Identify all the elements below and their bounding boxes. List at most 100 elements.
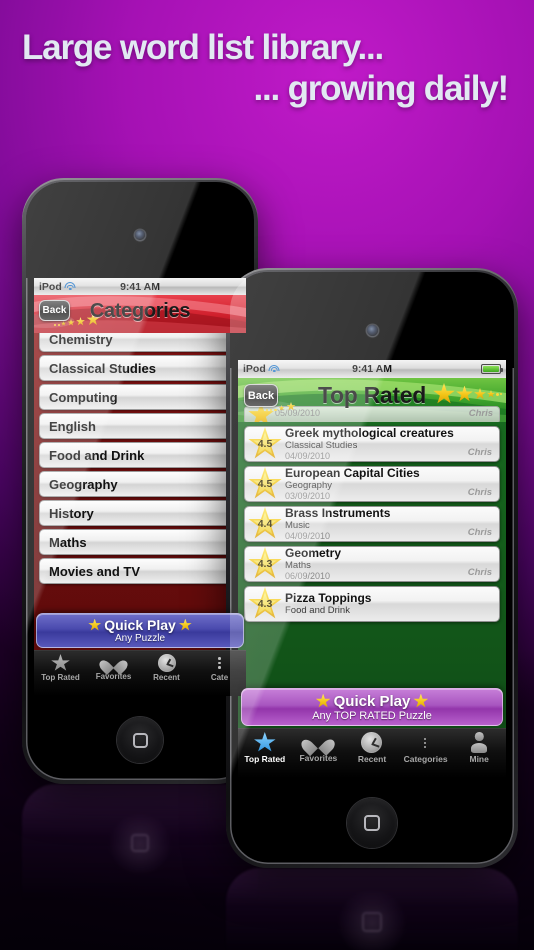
star-icon [413,693,429,708]
rating-value: 4.3 [257,558,273,570]
tab-categories[interactable]: Categories [399,729,453,764]
header-rating-stars [433,383,502,405]
star-icon [178,618,192,631]
item-author: Chris [467,487,492,498]
quick-play-button[interactable]: Quick Play Any Puzzle [36,613,244,648]
category-label: Food and Drink [49,447,145,463]
list-item[interactable]: English [39,413,241,439]
quick-play-title-row: Quick Play [315,692,429,710]
back-button[interactable]: Back [244,384,278,407]
list-item[interactable]: 4.3 Geometry Maths 06/09/2010 Chris [244,546,500,582]
rating-badge: 4.5 [248,427,282,461]
person-icon [469,732,489,753]
list-item[interactable]: 4.5 European Capital Cities Geography 03… [244,466,500,502]
category-label: History [49,505,94,521]
star-icon [474,388,486,400]
home-square-icon [132,732,148,748]
tab-label: Top Rated [41,673,80,682]
list-icon [415,732,436,753]
star-icon [88,618,102,631]
right-device-bezel [230,272,514,368]
star-icon [315,693,331,708]
star-icon [254,732,276,753]
tab-label: Recent [153,673,180,682]
quick-play-subtitle: Any Puzzle [114,633,166,644]
back-button[interactable]: Back [39,300,70,321]
list-item[interactable]: Classical Studies [39,355,241,381]
tab-favorites[interactable]: Favorites [292,729,346,763]
item-title: Greek mythological creatures [285,427,454,440]
home-button[interactable] [117,717,163,763]
list-item[interactable]: Computing [39,384,241,410]
quick-play-button[interactable]: Quick Play Any TOP RATED Puzzle [241,688,503,726]
tab-top-rated[interactable]: Top Rated [34,651,87,682]
category-label: Chemistry [49,333,113,347]
home-square-icon [364,815,380,831]
star-icon [456,385,473,402]
list-item[interactable]: 4.5 Greek mythological creatures Classic… [244,426,500,462]
rating-badge: 4.3 [248,587,282,621]
right-screen: iPod 9:41 AM 05/09/2010 Chris Top Rated … [238,360,506,778]
item-title: European Capital Cities [285,467,420,480]
rating-value: 4.5 [257,478,273,490]
home-button[interactable] [347,798,397,848]
clock-icon [361,732,383,753]
rating-badge: 4.5 [248,467,282,501]
list-item[interactable]: Maths [39,529,241,555]
list-icon [213,654,227,672]
right-device: iPod 9:41 AM 05/09/2010 Chris Top Rated … [226,268,518,868]
list-item[interactable]: History [39,500,241,526]
rating-value: 4.5 [257,438,273,450]
tab-label: Categories [403,754,448,764]
item-title: Geometry [285,547,342,560]
status-time: 9:41 AM [352,363,392,375]
item-author: Chris [467,567,492,578]
list-item[interactable]: Chemistry [39,333,241,352]
item-author: Chris [467,527,492,538]
tab-label: Favorites [299,753,338,763]
category-label: Maths [49,534,87,550]
list-item[interactable]: 4.4 Brass Instruments Music 04/09/2010 C… [244,506,500,542]
status-time: 9:41 AM [120,280,160,293]
item-title: Brass Instruments [285,507,391,520]
tab-mine[interactable]: Mine [452,729,506,764]
list-item[interactable]: 4.3 Pizza Toppings Food and Drink [244,586,500,622]
left-nav-header: Categories Back [34,295,246,333]
tab-label: Mine [469,754,489,764]
right-tab-bar[interactable]: Top Rated Favorites Recent Categories Mi… [238,728,506,778]
item-title: Pizza Toppings [285,592,372,605]
star-icon [433,383,455,404]
right-nav-header: 05/09/2010 Chris Top Rated Back [238,378,506,422]
list-item[interactable]: Food and Drink [39,442,241,468]
right-status-bar: iPod 9:41 AM [238,360,506,378]
tab-label: Cate [210,673,229,682]
tab-favorites[interactable]: Favorites [87,651,140,681]
tab-categories[interactable]: Cate [193,651,246,682]
tab-top-rated[interactable]: Top Rated [238,729,292,764]
front-camera-icon [135,230,145,240]
list-item[interactable]: Geography [39,471,241,497]
quick-play-subtitle: Any TOP RATED Puzzle [312,709,432,722]
item-category: Food and Drink [285,605,350,616]
heart-icon [307,732,329,752]
tab-label: Recent [357,754,387,764]
partial-item-author: Chris [468,408,493,419]
heart-icon [104,654,123,671]
left-tab-bar[interactable]: Top Rated Favorites Recent Cate [34,650,246,696]
item-author: Chris [467,447,492,458]
tab-recent[interactable]: Recent [345,729,399,764]
category-label: Computing [49,389,118,405]
category-label: English [49,418,96,434]
category-label: Geography [49,476,118,492]
star-icon [51,654,70,672]
quick-play-title-row: Quick Play [88,617,192,633]
clock-icon [157,654,176,672]
category-label: Classical Studies [49,360,156,376]
front-camera-icon [366,325,378,336]
category-label: Movies and TV [49,563,141,579]
list-item[interactable]: Movies and TV [39,558,241,584]
tab-recent[interactable]: Recent [140,651,193,682]
rating-badge: 4.3 [248,547,282,581]
quick-play-title: Quick Play [333,692,411,710]
rating-badge: 4.4 [248,507,282,541]
